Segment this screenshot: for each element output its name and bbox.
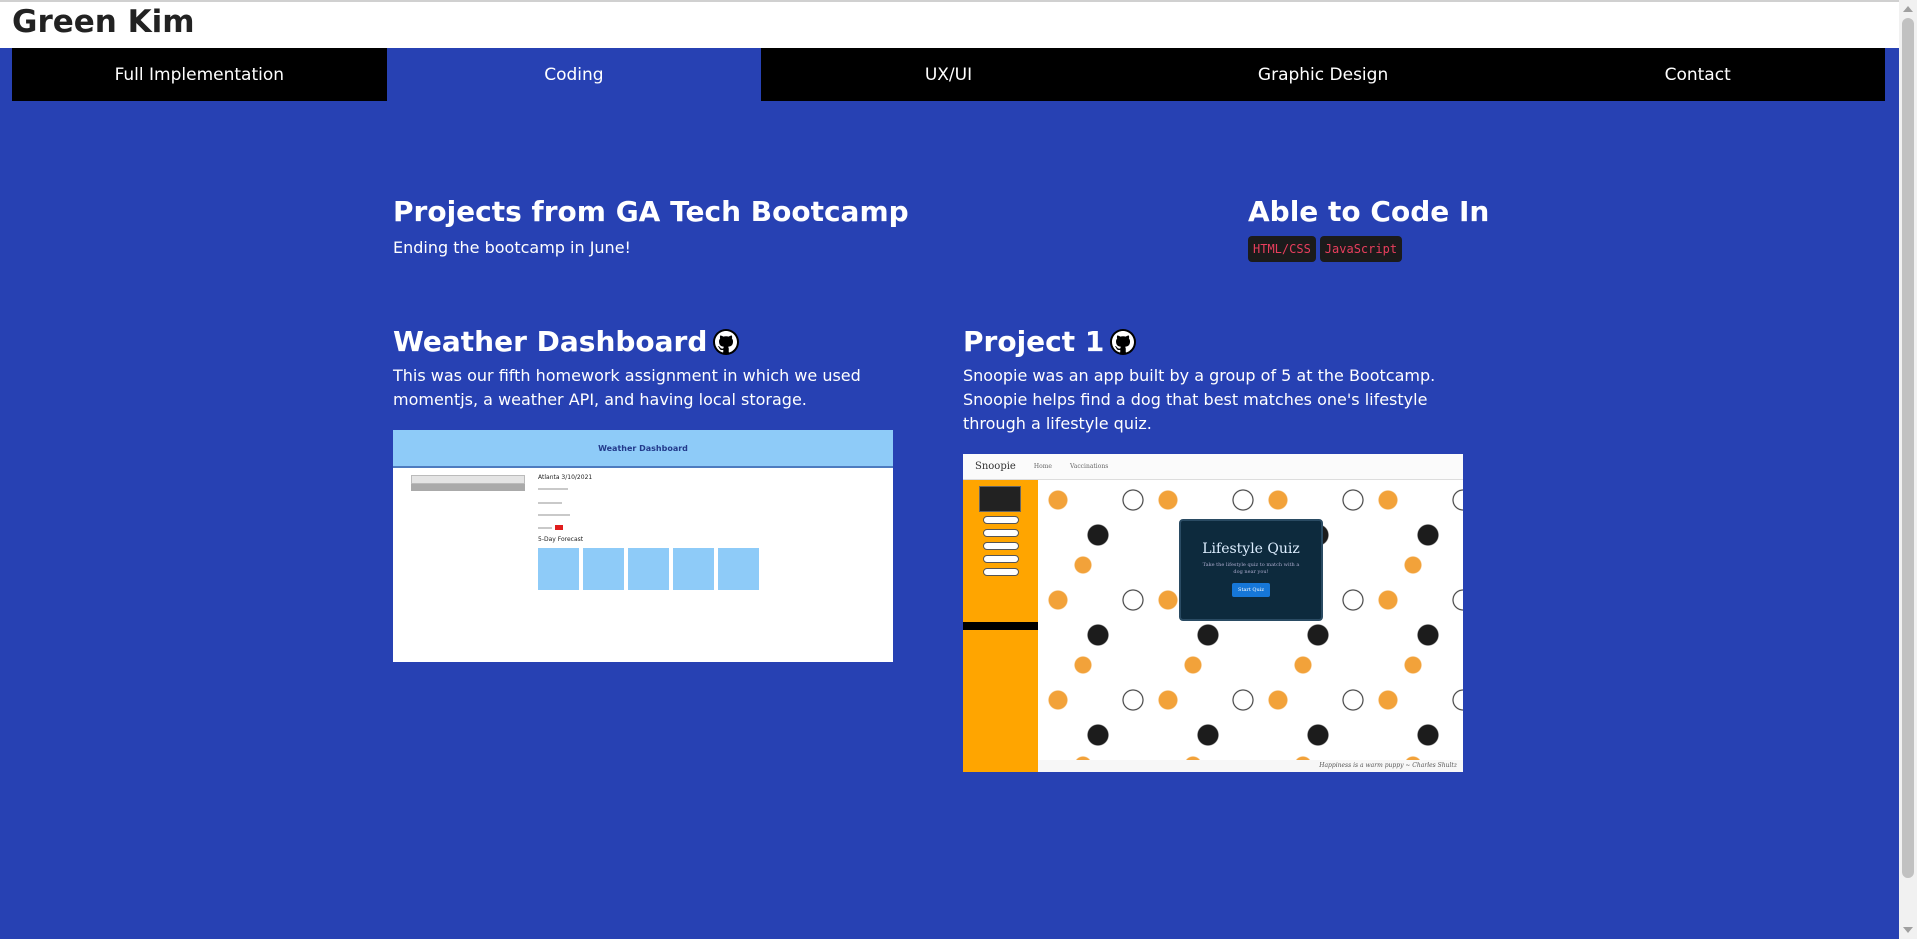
preview-footer: Happiness is a warm puppy ~ Charles Shul…	[1038, 760, 1463, 772]
preview-line	[538, 514, 570, 516]
project-title: Project 1	[963, 325, 1473, 358]
preview-quiz-text: Take the lifestyle quiz to match with a …	[1202, 562, 1300, 575]
preview-quiz-button: Start Quiz	[1232, 583, 1270, 597]
skills-title: Able to Code In	[1248, 195, 1490, 228]
preview-name-pill	[983, 542, 1019, 550]
page-scrollbar[interactable]	[1899, 0, 1917, 939]
preview-header: Weather Dashboard	[393, 430, 893, 468]
skill-badges: HTML/CSS JavaScript	[1248, 236, 1548, 262]
bootcamp-title: Projects from GA Tech Bootcamp	[393, 195, 909, 228]
preview-quiz-card: Lifestyle Quiz Take the lifestyle quiz t…	[1179, 519, 1323, 621]
project-title: Weather Dashboard	[393, 325, 903, 358]
skill-badge-html-css: HTML/CSS	[1248, 236, 1316, 262]
preview-name-pill	[983, 529, 1019, 537]
preview-nav: Snoopie Home Vaccinations	[963, 454, 1463, 480]
preview-forecast-card	[673, 548, 714, 590]
preview-nav-link: Home	[1033, 463, 1052, 470]
skill-badge-javascript: JavaScript	[1319, 236, 1403, 262]
tab-coding[interactable]: Coding	[386, 48, 762, 101]
project-snoopie: Project 1 Snoopie was an app built by a …	[963, 325, 1473, 772]
preview-line	[538, 502, 562, 504]
tab-full-implementation[interactable]: Full Implementation	[12, 48, 387, 101]
github-icon-glyph	[715, 330, 738, 352]
scrollbar-thumb[interactable]	[1902, 18, 1914, 878]
preview-line	[538, 488, 568, 490]
github-icon[interactable]	[713, 328, 740, 355]
project-title-text: Weather Dashboard	[393, 325, 708, 358]
preview-forecast-card	[718, 548, 759, 590]
preview-favorites-bar	[963, 622, 1038, 630]
preview-forecast-card	[538, 548, 579, 590]
preview-search-button	[411, 484, 525, 491]
preview-line	[538, 527, 552, 529]
skills-section: Able to Code In HTML/CSS JavaScript	[1248, 195, 1548, 262]
preview-forecast-label: 5-Day Forecast	[538, 536, 584, 543]
site-title: Green Kim	[12, 4, 195, 40]
site-header: Green Kim	[0, 0, 1899, 48]
scroll-up-icon[interactable]	[1903, 6, 1913, 12]
tab-graphic-design[interactable]: Graphic Design	[1135, 48, 1511, 101]
preview-sidebar	[963, 480, 1038, 772]
preview-generate-button	[979, 486, 1021, 512]
preview-name-pill	[983, 568, 1019, 576]
weather-dashboard-preview[interactable]: Weather Dashboard Atlanta 3/10/2021 5-Da…	[393, 430, 893, 662]
github-icon-glyph	[1112, 330, 1135, 352]
scroll-down-icon[interactable]	[1903, 927, 1913, 933]
project-title-text: Project 1	[963, 325, 1105, 358]
preview-forecast-card	[583, 548, 624, 590]
project-weather-dashboard: Weather Dashboard This was our fifth hom…	[393, 325, 903, 662]
github-icon[interactable]	[1110, 328, 1137, 355]
preview-forecast-card	[628, 548, 669, 590]
preview-nav-link: Vaccinations	[1069, 463, 1109, 470]
preview-brand: Snoopie	[975, 461, 1016, 472]
main-nav: Full Implementation Coding UX/UI Graphic…	[12, 48, 1885, 101]
tab-ux-ui[interactable]: UX/UI	[761, 48, 1136, 101]
tab-contact[interactable]: Contact	[1510, 48, 1885, 101]
bootcamp-section: Projects from GA Tech Bootcamp Ending th…	[393, 195, 993, 260]
preview-name-pill	[983, 516, 1019, 524]
preview-uv-badge	[555, 525, 563, 530]
preview-quiz-title: Lifestyle Quiz	[1202, 541, 1300, 557]
preview-search-input	[411, 475, 525, 484]
preview-name-pill	[983, 555, 1019, 563]
preview-forecast-cards	[538, 548, 759, 590]
project-description: This was our fifth homework assignment i…	[393, 366, 861, 409]
snoopie-preview[interactable]: Snoopie Home Vaccinations Lifestyle Quiz…	[963, 454, 1463, 772]
project-description: Snoopie was an app built by a group of 5…	[963, 366, 1436, 433]
bootcamp-subtitle: Ending the bootcamp in June!	[393, 238, 631, 257]
preview-city: Atlanta 3/10/2021	[538, 474, 593, 481]
